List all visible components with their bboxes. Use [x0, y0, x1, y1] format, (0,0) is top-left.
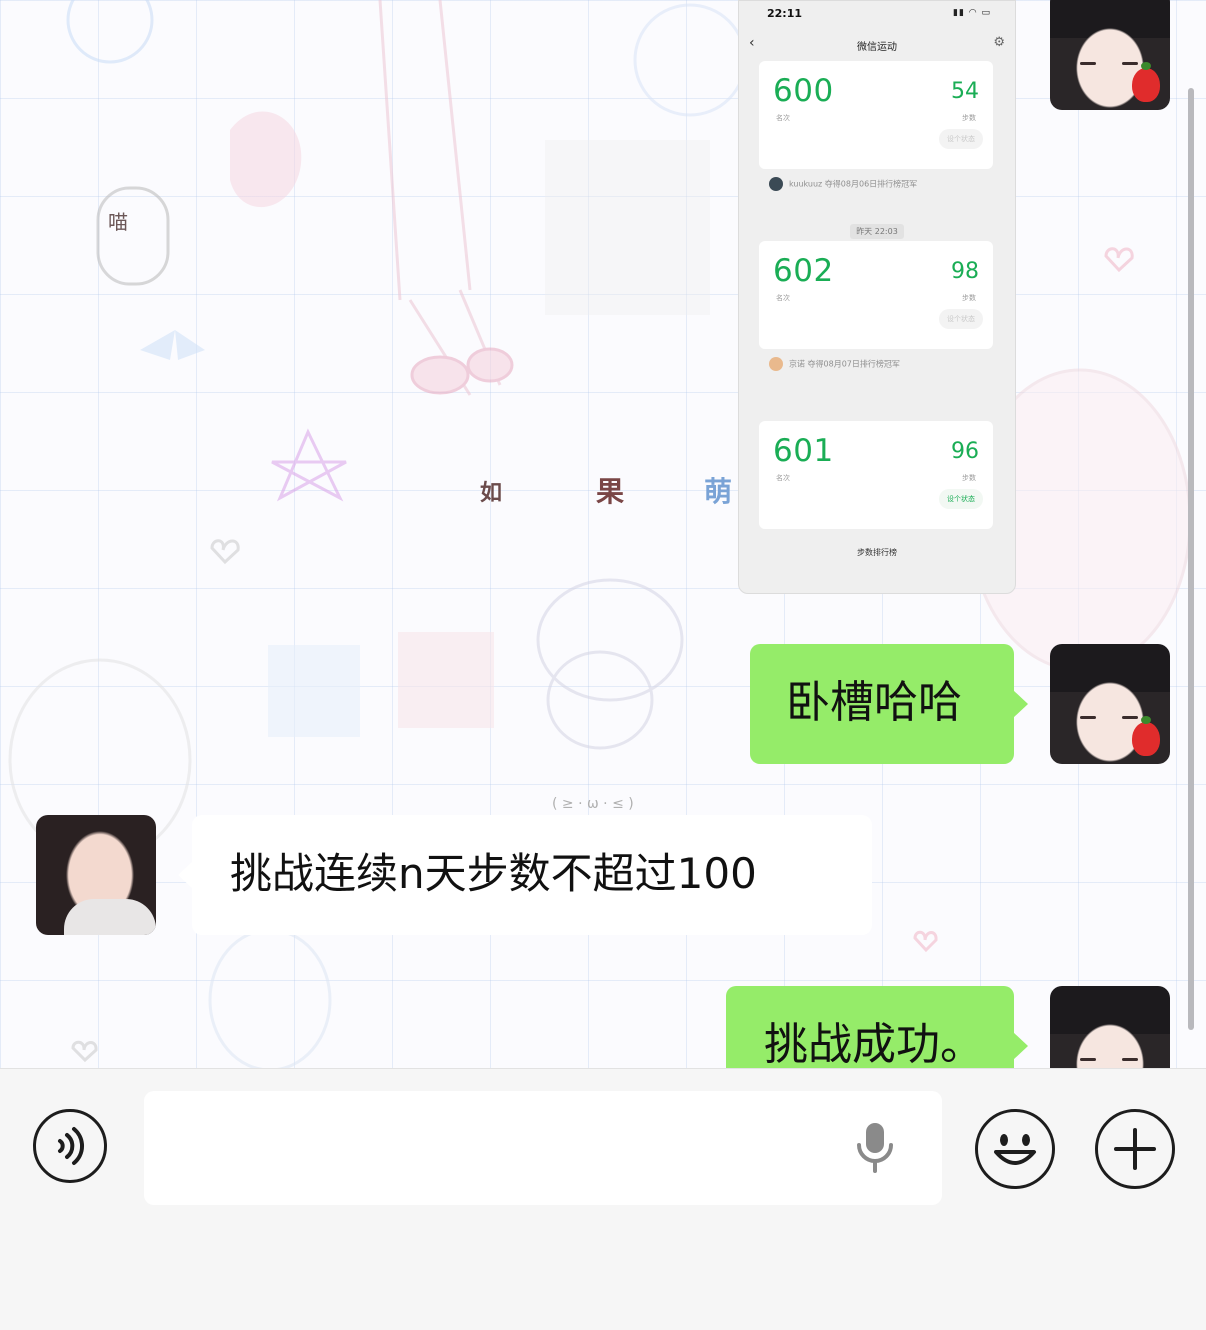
status-pill: 设个状态	[939, 129, 983, 149]
plus-icon	[1114, 1128, 1156, 1170]
nav-title: 微信运动	[857, 42, 897, 53]
input-bar	[0, 1068, 1206, 1330]
microphone-icon[interactable]	[854, 1121, 896, 1175]
nav-bar: ‹ 微信运动 ⚙	[739, 31, 1015, 59]
avatar-eye	[1080, 1058, 1096, 1061]
self-avatar[interactable]	[1050, 0, 1170, 110]
message-text: 卧槽哈哈	[786, 677, 962, 728]
champion-line: kuukuuz 夺得08月06日排行榜冠军	[769, 177, 917, 191]
kaomoji: ( ≥ · ω · ≤ )	[552, 796, 634, 812]
meow-sticker: 喵	[108, 210, 128, 234]
emoji-icon	[994, 1134, 1036, 1165]
ranking-footer: 步数排行榜	[857, 548, 897, 557]
rank-label: 名次	[776, 474, 790, 482]
avatar-eye	[1122, 62, 1138, 65]
avatar-eye	[1122, 716, 1138, 719]
status-pill: 设个状态	[939, 489, 983, 509]
steps-label: 步数	[962, 474, 976, 482]
steps-value: 96	[951, 439, 979, 464]
rank-value: 602	[773, 253, 834, 289]
status-time: 22:11	[767, 7, 803, 20]
message-bubble-self[interactable]: 卧槽哈哈	[750, 644, 1028, 764]
champion-text: kuukuuz 夺得08月06日排行榜冠军	[789, 179, 918, 189]
gear-icon: ⚙	[993, 35, 1005, 50]
avatar-eye	[1080, 62, 1096, 65]
message-bubble-self[interactable]: 挑战成功。	[726, 986, 1028, 1068]
champion-text: 京诺 夺得08月07日排行榜冠军	[789, 359, 900, 369]
voice-icon	[58, 1127, 85, 1165]
strawberry-icon	[1132, 716, 1160, 756]
emoji-button[interactable]	[975, 1109, 1055, 1189]
avatar-shirt	[64, 899, 156, 935]
rank-value: 600	[773, 73, 834, 109]
strawberry-icon	[1132, 62, 1160, 102]
steps-label: 步数	[962, 294, 976, 302]
steps-value: 98	[951, 259, 979, 284]
rank-card: 601 名次 96 步数 设个状态	[759, 421, 993, 529]
status-pill: 设个状态	[939, 309, 983, 329]
steps-value: 54	[951, 79, 979, 104]
avatar-eye	[1080, 716, 1096, 719]
scrollbar[interactable]	[1188, 88, 1194, 1030]
avatar-eye	[1122, 1058, 1138, 1061]
rank-card: 602 名次 98 步数 设个状态	[759, 241, 993, 349]
message-bubble-other[interactable]: 挑战连续n天步数不超过100	[178, 815, 872, 935]
rank-card: 600 名次 54 步数 设个状态	[759, 61, 993, 169]
rank-label: 名次	[776, 114, 790, 122]
champion-line: 京诺 夺得08月07日排行榜冠军	[769, 357, 900, 371]
contact-avatar[interactable]	[36, 815, 156, 935]
self-avatar[interactable]	[1050, 644, 1170, 764]
steps-label: 步数	[962, 114, 976, 122]
message-text: 挑战连续n天步数不超过100	[230, 849, 757, 898]
message-input[interactable]	[144, 1091, 942, 1205]
rank-value: 601	[773, 433, 834, 469]
self-avatar[interactable]	[1050, 986, 1170, 1068]
voice-button[interactable]	[33, 1109, 107, 1183]
message-text: 挑战成功。	[764, 1019, 984, 1068]
plus-button[interactable]	[1095, 1109, 1175, 1189]
banner-text-3: 萌	[704, 475, 733, 508]
status-bar: 22:11 ▮▮ ◠ ▭	[739, 1, 1015, 27]
timestamp: 昨天 22:03	[739, 219, 1015, 239]
status-icons: ▮▮ ◠ ▭	[953, 8, 991, 18]
rank-label: 名次	[776, 294, 790, 302]
chat-area[interactable]: 喵 如 果 萌 ( ≥ · ω · ≤ ) 22:11 ▮▮ ◠ ▭ ‹ 微信运…	[0, 0, 1206, 1068]
banner-text-2: 果	[596, 475, 625, 508]
timestamp-text: 昨天 22:03	[850, 224, 904, 239]
banner-text-1: 如	[480, 481, 503, 506]
image-message-wechat-sport[interactable]: 22:11 ▮▮ ◠ ▭ ‹ 微信运动 ⚙ 600 名次 54 步数 设个状态 …	[738, 0, 1016, 594]
